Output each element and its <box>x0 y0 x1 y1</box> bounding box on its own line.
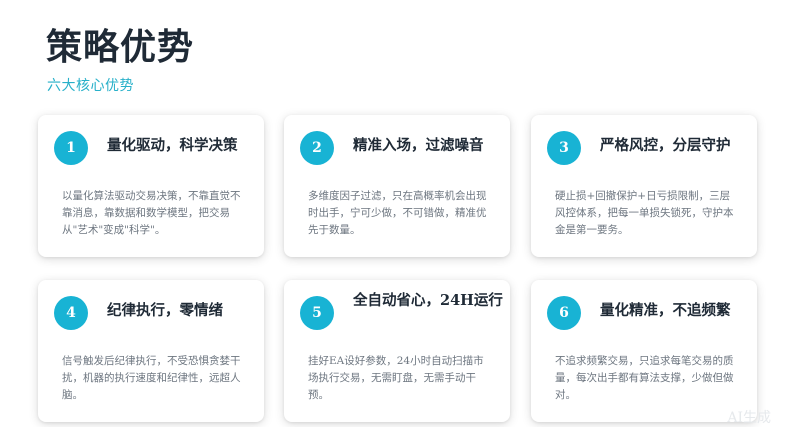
number-badge: 1 <box>54 131 88 165</box>
number-badge: 5 <box>300 296 334 330</box>
watermark-text: AI生成 <box>727 410 771 426</box>
advantage-card-5: 5 全自动省心，24H运行 挂好EA设好参数，24小时自动扫描市场执行交易，无需… <box>284 280 510 422</box>
card-title: 纪律执行，零情绪 <box>107 302 223 319</box>
card-description: 不追求频繁交易，只追求每笔交易的质量，每次出手都有算法支撑，少做但做对。 <box>555 355 734 401</box>
number-badge: 6 <box>547 296 581 330</box>
advantage-card-1: 1 量化驱动，科学决策 以量化算法驱动交易决策，不靠直觉不靠消息，靠数据和数学模… <box>38 115 264 257</box>
advantage-card-4: 4 纪律执行，零情绪 信号触发后纪律执行，不受恐惧贪婪干扰，机器的执行速度和纪律… <box>38 280 264 422</box>
card-title: 量化驱动，科学决策 <box>107 137 238 154</box>
card-description: 硬止损+回撤保护+日亏损限制，三层风控体系，把每一单损失锁死，守护本金是第一要务… <box>555 190 734 236</box>
advantages-grid: 1 量化驱动，科学决策 以量化算法驱动交易决策，不靠直觉不靠消息，靠数据和数学模… <box>38 115 758 422</box>
card-title: 精准入场，过滤噪音 <box>353 137 484 154</box>
card-description: 挂好EA设好参数，24小时自动扫描市场执行交易，无需盯盘，无需手动干预。 <box>308 355 484 401</box>
number-badge: 4 <box>54 296 88 330</box>
page-title: 策略优势 <box>46 26 195 68</box>
card-title: 量化精准，不追频繁 <box>600 302 731 319</box>
number-badge: 2 <box>300 131 334 165</box>
advantage-card-2: 2 精准入场，过滤噪音 多维度因子过滤，只在高概率机会出现时出手，宁可少做，不可… <box>284 115 510 257</box>
card-title: 全自动省心，24H运行 <box>353 292 503 309</box>
number-badge: 3 <box>547 131 581 165</box>
card-description: 以量化算法驱动交易决策，不靠直觉不靠消息，靠数据和数学模型，把交易从"艺术"变成… <box>62 190 241 236</box>
card-title: 严格风控，分层守护 <box>600 137 731 154</box>
advantage-card-6: 6 量化精准，不追频繁 不追求频繁交易，只追求每笔交易的质量，每次出手都有算法支… <box>531 280 757 422</box>
card-description: 信号触发后纪律执行，不受恐惧贪婪干扰，机器的执行速度和纪律性，远超人脑。 <box>62 355 241 401</box>
advantage-card-3: 3 严格风控，分层守护 硬止损+回撤保护+日亏损限制，三层风控体系，把每一单损失… <box>531 115 757 257</box>
strategy-advantages-page: 策略优势 六大核心优势 1 量化驱动，科学决策 以量化算法驱动交易决策，不靠直觉… <box>0 0 793 426</box>
card-description: 多维度因子过滤，只在高概率机会出现时出手，宁可少做，不可错做，精准优先于数量。 <box>308 190 487 236</box>
page-subtitle: 六大核心优势 <box>47 78 134 94</box>
